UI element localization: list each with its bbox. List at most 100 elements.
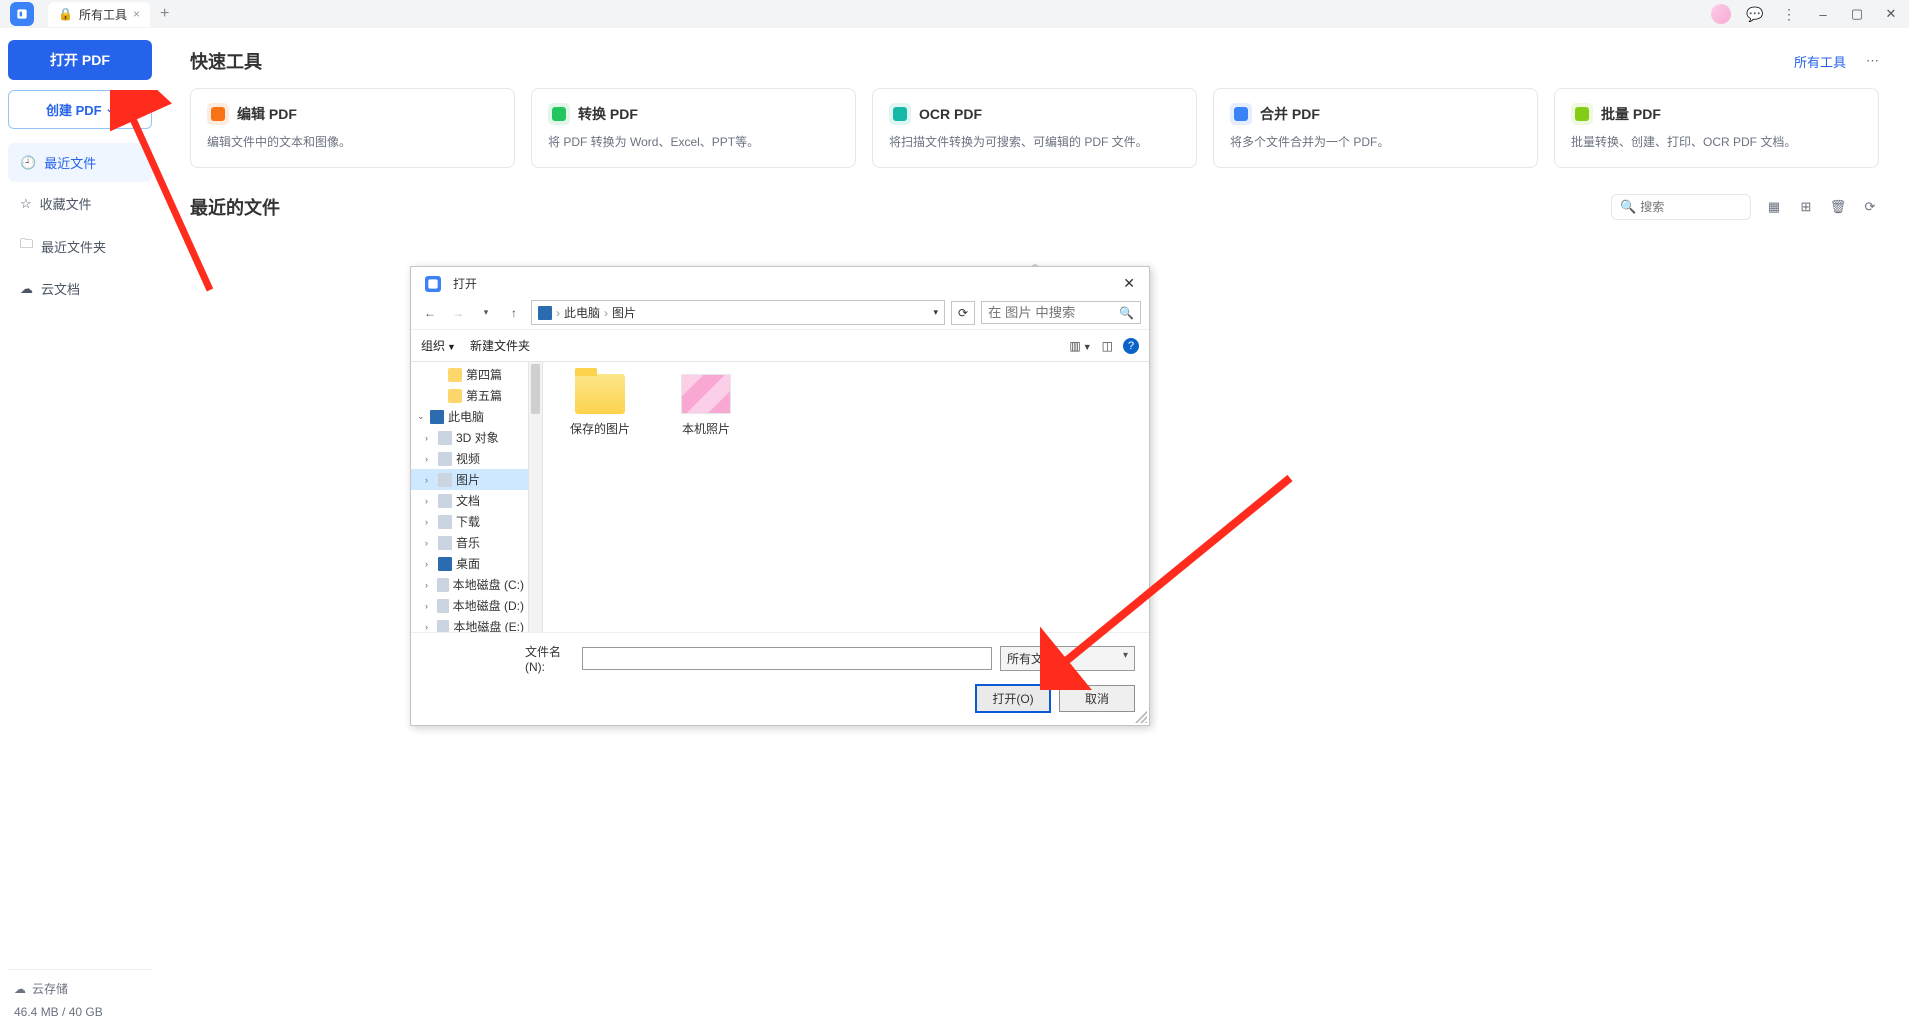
- sidebar-item-recent-folders[interactable]: 🗀 最近文件夹: [8, 225, 152, 267]
- tree-item[interactable]: ›下载: [411, 511, 528, 532]
- cloud-storage-link[interactable]: ☁ 云存储: [14, 980, 146, 997]
- tree-node-label: 第五篇: [466, 387, 502, 404]
- nav-up-button[interactable]: ↑: [503, 302, 525, 324]
- help-icon[interactable]: ?: [1123, 338, 1139, 354]
- search-input[interactable]: [1640, 200, 1742, 214]
- tree-caret-icon[interactable]: ›: [425, 622, 433, 632]
- avatar[interactable]: [1705, 2, 1737, 26]
- folder-icon: [575, 374, 625, 414]
- tree-item[interactable]: ⌄ 此电脑: [411, 406, 528, 427]
- preview-pane-button[interactable]: ◫: [1102, 339, 1113, 353]
- search-box[interactable]: 🔍: [1611, 194, 1751, 220]
- window-maximize[interactable]: ▢: [1841, 2, 1873, 26]
- more-icon[interactable]: ⋯: [1866, 53, 1879, 69]
- file-type-filter[interactable]: 所有文件: [1000, 646, 1135, 671]
- nav-forward-button[interactable]: →: [447, 302, 469, 324]
- create-pdf-button[interactable]: 创建 PDF ⌄: [8, 90, 152, 129]
- resize-handle[interactable]: [1135, 711, 1147, 723]
- dialog-search-box[interactable]: 🔍: [981, 301, 1141, 324]
- nav-recent-dropdown[interactable]: ▾: [475, 302, 497, 324]
- sidebar-item-favorites[interactable]: ☆ 收藏文件: [8, 184, 152, 223]
- tree-item[interactable]: ›文档: [411, 490, 528, 511]
- tool-card-0[interactable]: 编辑 PDF编辑文件中的文本和图像。: [190, 88, 515, 168]
- tree-node-icon: [438, 452, 452, 466]
- tool-card-3[interactable]: 合并 PDF将多个文件合并为一个 PDF。: [1213, 88, 1538, 168]
- tree-caret-icon[interactable]: ›: [425, 601, 433, 611]
- tree-caret-icon[interactable]: ›: [425, 433, 434, 443]
- tool-card-2[interactable]: OCR PDF将扫描文件转换为可搜索、可编辑的 PDF 文件。: [872, 88, 1197, 168]
- path-segment-leaf[interactable]: 图片: [612, 304, 636, 321]
- tree-node-label: 本地磁盘 (C:): [453, 576, 524, 593]
- tree-item[interactable]: ›3D 对象: [411, 427, 528, 448]
- tree-node-label: 本地磁盘 (E:): [453, 618, 524, 632]
- tree-node-label: 此电脑: [448, 408, 484, 425]
- tree-caret-icon[interactable]: ›: [425, 517, 434, 527]
- folder-tree[interactable]: 第四篇第五篇⌄此电脑›3D 对象›视频›图片›文档›下载›音乐›桌面›本地磁盘 …: [411, 362, 529, 632]
- tree-item[interactable]: › 本地磁盘 (E:): [411, 616, 528, 632]
- tree-caret-icon[interactable]: ›: [425, 559, 434, 569]
- tree-node-icon: [437, 578, 449, 592]
- tree-item[interactable]: ›视频: [411, 448, 528, 469]
- refresh-button[interactable]: ⟳: [951, 301, 975, 325]
- view-grid-large-icon[interactable]: ▦: [1765, 198, 1783, 216]
- tree-item[interactable]: 第五篇: [411, 385, 528, 406]
- dialog-search-input[interactable]: [988, 305, 1115, 320]
- tab-all-tools[interactable]: 🔒 所有工具 ×: [48, 2, 150, 27]
- tree-node-label: 图片: [456, 471, 480, 488]
- file-item[interactable]: 本机照片: [667, 374, 745, 437]
- refresh-icon[interactable]: ⟳: [1861, 198, 1879, 216]
- tree-caret-icon[interactable]: ›: [425, 496, 434, 506]
- dialog-close-button[interactable]: ✕: [1117, 273, 1141, 294]
- window-minimize[interactable]: –: [1807, 2, 1839, 26]
- open-pdf-button[interactable]: 打开 PDF: [8, 40, 152, 80]
- tree-item[interactable]: 第四篇: [411, 364, 528, 385]
- nav-back-button[interactable]: ←: [419, 302, 441, 324]
- tool-icon: [207, 103, 229, 125]
- tree-scrollbar[interactable]: [529, 362, 543, 632]
- tree-item[interactable]: ›本地磁盘 (D:): [411, 595, 528, 616]
- file-item[interactable]: 保存的图片: [561, 374, 639, 437]
- tree-item[interactable]: › 本地磁盘 (C:): [411, 574, 528, 595]
- feedback-icon[interactable]: 💬: [1739, 2, 1771, 26]
- window-close[interactable]: ✕: [1875, 2, 1907, 26]
- tool-icon: [1571, 103, 1593, 125]
- cloud-icon: ☁: [14, 982, 26, 996]
- all-tools-link[interactable]: 所有工具: [1794, 52, 1846, 71]
- cancel-button[interactable]: 取消: [1059, 685, 1135, 712]
- tree-caret-icon[interactable]: ›: [425, 454, 434, 464]
- path-segment-root[interactable]: 此电脑: [564, 304, 600, 321]
- sidebar-item-recent[interactable]: 🕘 最近文件: [8, 143, 152, 182]
- app-menu-button[interactable]: ⋮: [1773, 2, 1805, 26]
- tool-card-1[interactable]: 转换 PDF将 PDF 转换为 Word、Excel、PPT等。: [531, 88, 856, 168]
- tree-node-icon: [437, 599, 449, 613]
- tab-add-button[interactable]: +: [160, 5, 169, 23]
- scrollbar-thumb[interactable]: [531, 364, 540, 414]
- view-grid-small-icon[interactable]: ⊞: [1797, 198, 1815, 216]
- caret-down-icon: ▼: [447, 342, 456, 352]
- sidebar-item-label: 最近文件: [44, 153, 96, 172]
- path-dropdown-icon[interactable]: ▾: [933, 307, 938, 318]
- tree-caret-icon[interactable]: ›: [425, 475, 434, 485]
- address-bar[interactable]: › 此电脑 › 图片 ▾: [531, 300, 945, 325]
- chevron-right-icon: ›: [556, 306, 560, 320]
- sidebar-item-cloud-docs[interactable]: ☁ 云文档: [8, 269, 152, 308]
- tree-item[interactable]: ›桌面: [411, 553, 528, 574]
- file-label: 本机照片: [682, 420, 730, 437]
- tree-caret-icon[interactable]: ›: [425, 538, 434, 548]
- tool-card-4[interactable]: 批量 PDF批量转换、创建、打印、OCR PDF 文档。: [1554, 88, 1879, 168]
- tree-caret-icon[interactable]: ⌄: [417, 411, 426, 422]
- organize-menu[interactable]: 组织▼: [421, 337, 456, 354]
- new-folder-button[interactable]: 新建文件夹: [470, 337, 530, 354]
- tree-item[interactable]: › 图片: [411, 469, 528, 490]
- tree-caret-icon[interactable]: ›: [425, 580, 433, 590]
- cloud-icon: ☁: [20, 281, 33, 297]
- file-list[interactable]: 保存的图片本机照片: [543, 362, 1149, 632]
- filename-input[interactable]: [582, 647, 992, 670]
- tool-title: 编辑 PDF: [237, 104, 297, 124]
- recent-files-title: 最近的文件: [190, 194, 280, 220]
- delete-icon[interactable]: 🗑: [1829, 198, 1847, 216]
- view-mode-button[interactable]: ▥▼: [1069, 339, 1091, 353]
- open-button[interactable]: 打开(O): [975, 684, 1051, 713]
- tree-item[interactable]: ›音乐: [411, 532, 528, 553]
- tab-close-button[interactable]: ×: [133, 7, 140, 21]
